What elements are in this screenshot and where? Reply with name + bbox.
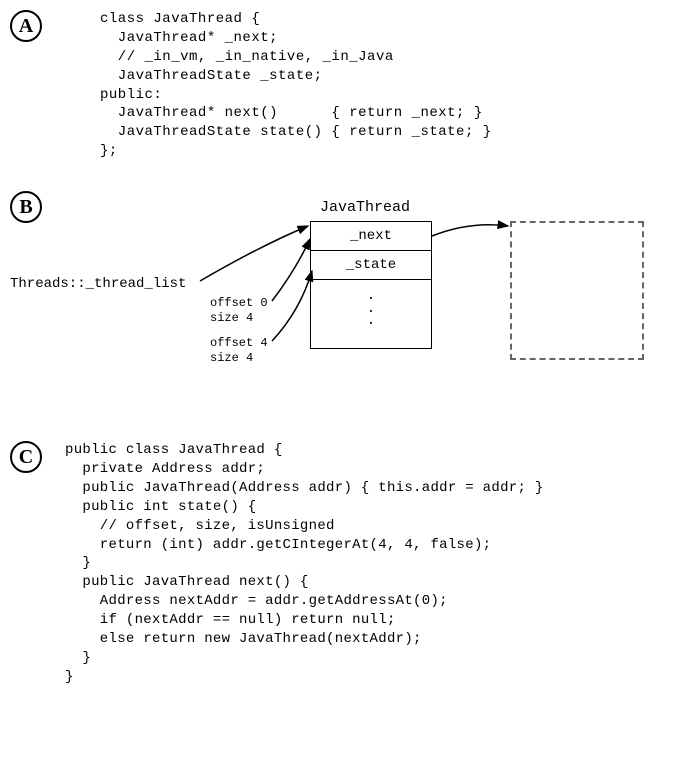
- diagram-b: Threads::_thread_list offset 0 size 4 of…: [10, 191, 688, 411]
- section-c: C public class JavaThread { private Addr…: [10, 441, 688, 687]
- box-title: JavaThread: [320, 199, 410, 216]
- label-a-text: A: [19, 15, 33, 38]
- label-c-circle: C: [10, 441, 42, 473]
- offset-4-label: offset 4 size 4: [210, 336, 268, 365]
- dashed-box: [510, 221, 644, 360]
- label-c-text: C: [19, 446, 33, 469]
- offset-0-label: offset 0 size 4: [210, 296, 268, 325]
- code-c: public class JavaThread { private Addres…: [65, 441, 688, 687]
- section-a: A class JavaThread { JavaThread* _next; …: [10, 10, 688, 161]
- field-dots: . . .: [311, 280, 431, 348]
- thread-list-label: Threads::_thread_list: [10, 276, 186, 292]
- javathread-box: _next _state . . .: [310, 221, 432, 349]
- field-state: _state: [311, 251, 431, 280]
- code-a: class JavaThread { JavaThread* _next; //…: [100, 10, 688, 161]
- field-next: _next: [311, 222, 431, 251]
- section-b: B Threads::_thread_list offset 0 size 4 …: [10, 191, 688, 411]
- label-a-circle: A: [10, 10, 42, 42]
